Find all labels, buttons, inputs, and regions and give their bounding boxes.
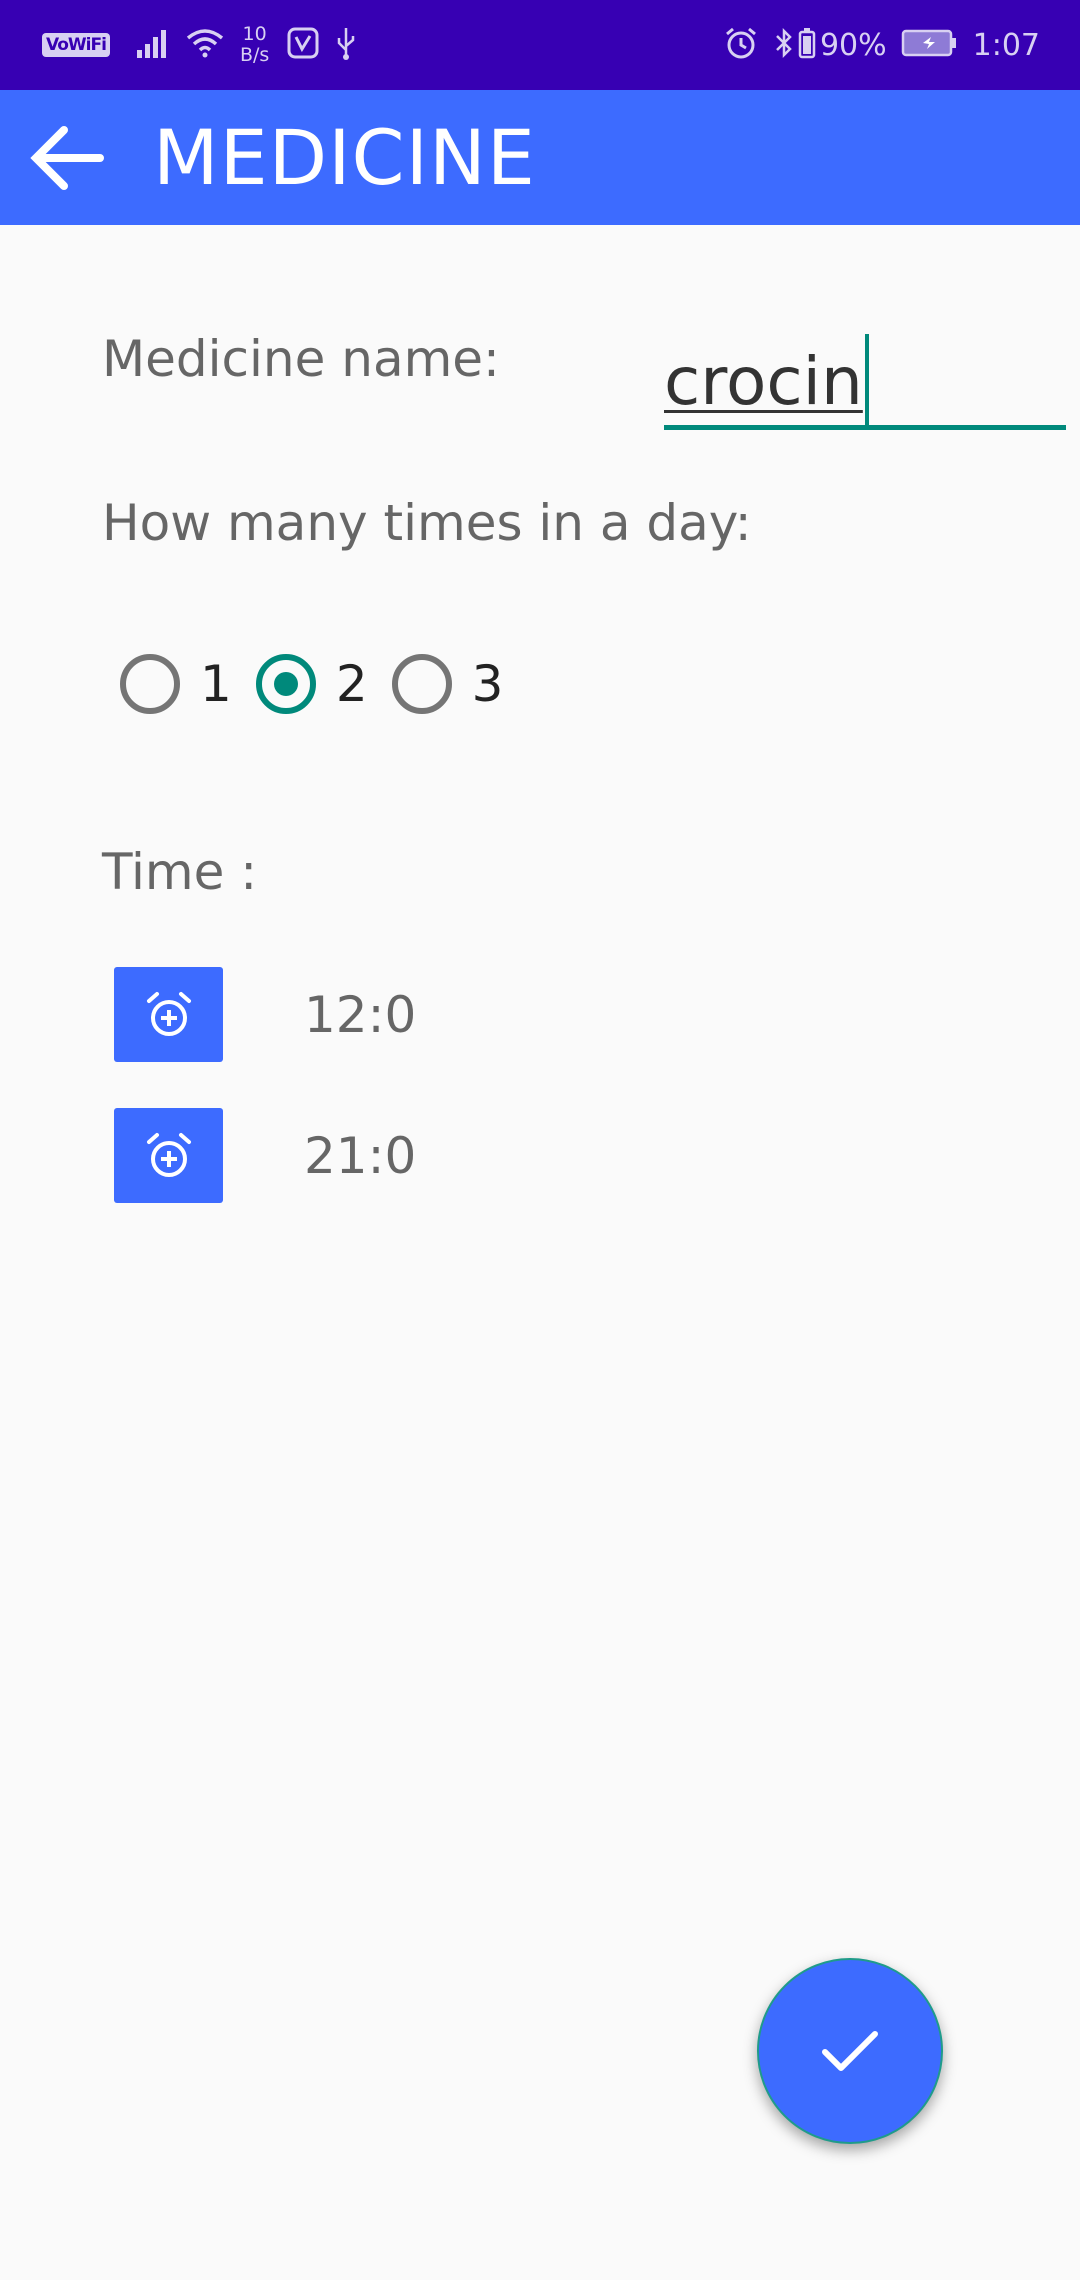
radio-option-1[interactable]: 1: [120, 654, 232, 714]
radio-label-3: 3: [471, 655, 504, 713]
status-bar-right: 90% 1:07: [724, 0, 1040, 90]
battery-small-icon: [798, 27, 816, 63]
app-notification-icon: [287, 27, 319, 63]
network-speed-unit: B/s: [239, 44, 270, 66]
times-per-day-radio-group: 1 2 3: [120, 648, 527, 720]
battery-percent: 90%: [819, 27, 887, 63]
radio-button-1[interactable]: [120, 654, 180, 714]
battery-charging-icon: [901, 29, 957, 61]
arrow-back-icon: [30, 126, 104, 190]
radio-option-3[interactable]: 3: [391, 654, 504, 714]
time-value-1: 12:0: [304, 986, 417, 1044]
usb-icon: [335, 26, 357, 64]
page-title: MEDICINE: [153, 113, 536, 202]
medicine-name-value: crocin: [664, 334, 869, 432]
status-bar-left: VoWiFi 10 B/s: [42, 0, 373, 90]
check-icon: [822, 2031, 878, 2071]
set-alarm-button-2[interactable]: [114, 1108, 223, 1203]
network-speed-value: 10: [242, 23, 267, 45]
radio-button-3[interactable]: [391, 654, 452, 714]
alarm-status-icon: [724, 26, 758, 64]
clock: 1:07: [972, 27, 1040, 63]
back-button[interactable]: [24, 114, 112, 202]
text-cursor: [864, 334, 869, 426]
time-value-2: 21:0: [304, 1127, 417, 1185]
app-bar: MEDICINE: [0, 90, 1080, 225]
time-label: Time :: [102, 843, 258, 901]
radio-option-2[interactable]: 2: [255, 654, 368, 714]
medicine-name-input[interactable]: crocin: [664, 320, 1066, 430]
medicine-name-label: Medicine name:: [102, 330, 500, 388]
network-speed: 10 B/s: [240, 24, 269, 66]
bluetooth-icon: [774, 27, 794, 63]
signal-icon: [136, 28, 170, 62]
status-bar: VoWiFi 10 B/s 90% 1:07: [0, 0, 1080, 90]
times-per-day-label: How many times in a day:: [102, 494, 752, 552]
radio-label-2: 2: [335, 655, 368, 713]
radio-button-2[interactable]: [255, 654, 316, 714]
set-alarm-button-1[interactable]: [114, 967, 223, 1062]
add-alarm-icon: [146, 1132, 191, 1177]
radio-label-1: 1: [200, 655, 232, 713]
vowifi-badge: VoWiFi: [42, 33, 110, 57]
save-fab-button[interactable]: [757, 1958, 943, 2144]
add-alarm-icon: [146, 991, 191, 1036]
wifi-icon: [186, 28, 224, 62]
